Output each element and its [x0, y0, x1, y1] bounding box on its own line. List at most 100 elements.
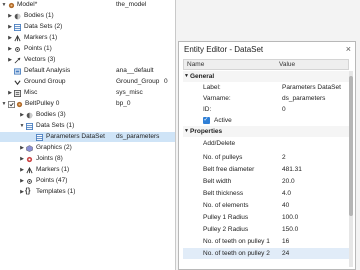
property-name: Belt width: [203, 178, 232, 185]
tree-row-joints[interactable]: ▶ Joints (8): [0, 154, 175, 164]
expand-icon[interactable]: ▶: [19, 154, 25, 164]
property-name: No. of teeth on pulley 1: [203, 238, 270, 245]
tree-id: 0: [164, 78, 168, 85]
tree-label: Markers (1): [24, 34, 58, 41]
close-icon[interactable]: ×: [346, 44, 351, 54]
tree-row-markers[interactable]: ▶ Markers (1): [0, 33, 175, 43]
tree-label: Misc: [24, 89, 38, 96]
tree-row-bp-points[interactable]: ▶ Points (47): [0, 176, 175, 186]
property-row-label[interactable]: Label: Parameters DataSet: [183, 82, 349, 93]
panel-splitter[interactable]: [175, 0, 176, 270]
expand-icon[interactable]: ▶: [7, 44, 13, 54]
misc-icon: [14, 90, 21, 97]
property-value[interactable]: 40: [282, 200, 289, 211]
tree-row-bp-bodies[interactable]: ▶ Bodies (3): [0, 110, 175, 120]
property-value: 0: [282, 106, 286, 113]
property-value[interactable]: 20.0: [282, 176, 295, 187]
tree-row-bodies[interactable]: ▶ Bodies (1): [0, 11, 175, 21]
tree-label: Data Sets (2): [24, 23, 63, 30]
body-icon: [26, 112, 33, 119]
section-general[interactable]: ▼ General: [183, 71, 349, 82]
property-row-id[interactable]: ID: 0: [183, 104, 349, 115]
property-row[interactable]: Pulley 1 Radius 100.0: [183, 212, 349, 223]
property-value[interactable]: 150.0: [282, 224, 298, 235]
tree-row-parameters-dataset[interactable]: Parameters DataSet ds_parameters: [0, 132, 175, 142]
scrollbar-thumb[interactable]: [349, 76, 353, 216]
property-value[interactable]: 24: [282, 248, 289, 259]
add-delete-button[interactable]: Add/Delete: [203, 138, 235, 149]
tree-row-datasets[interactable]: ▶ Data Sets (2): [0, 22, 175, 32]
property-row-varname[interactable]: Varname: ds_parameters: [183, 93, 349, 104]
dataset-icon: [26, 123, 33, 130]
expand-icon[interactable]: ▶: [7, 55, 13, 65]
expand-icon[interactable]: ▶: [19, 165, 25, 175]
tree-label: Graphics (2): [36, 144, 72, 151]
tree-label: Bodies (3): [36, 111, 66, 118]
tree-varname: ana__default: [116, 67, 154, 74]
property-row[interactable]: Belt thickness 4.0: [183, 188, 349, 199]
collapse-icon[interactable]: ▼: [1, 99, 7, 109]
column-header-value: Value: [279, 61, 296, 68]
tree-row-beltpulley[interactable]: ▼ BeltPulley 0 bp_0: [0, 99, 175, 109]
property-value[interactable]: Parameters DataSet: [282, 82, 341, 93]
joint-icon: [26, 156, 33, 163]
body-icon: [14, 13, 21, 20]
vertical-scrollbar[interactable]: [349, 71, 353, 267]
expand-icon[interactable]: ▶: [19, 143, 25, 153]
tree-row-graphics[interactable]: ▶ Graphics (2): [0, 143, 175, 153]
collapse-icon[interactable]: ▼: [184, 126, 189, 137]
property-value[interactable]: 4.0: [282, 188, 291, 199]
property-row-selected[interactable]: No. of teeth on pulley 2 24: [183, 248, 349, 259]
property-value[interactable]: 100.0: [282, 212, 298, 223]
add-delete-row[interactable]: Add/Delete: [183, 138, 349, 149]
property-name: Belt free diameter: [203, 166, 255, 173]
property-name: No. of teeth on pulley 2: [203, 250, 270, 257]
tree-row-templates[interactable]: ▶ {} Templates (1): [0, 187, 175, 197]
checkbox-icon[interactable]: [8, 101, 15, 108]
expand-icon[interactable]: ▶: [19, 176, 25, 186]
tree-row-ground-group[interactable]: Ground Group Ground_Group 0: [0, 77, 175, 87]
property-row[interactable]: Belt width 20.0: [183, 176, 349, 187]
collapse-icon[interactable]: ▼: [184, 71, 189, 82]
expand-icon[interactable]: ▶: [19, 110, 25, 120]
expand-icon[interactable]: ▶: [7, 11, 13, 21]
collapse-icon[interactable]: ▼: [19, 121, 25, 131]
property-row[interactable]: Pulley 2 Radius 150.0: [183, 224, 349, 235]
property-row[interactable]: Belt free diameter 481.31: [183, 164, 349, 175]
tree-label: Data Sets (1): [36, 122, 75, 129]
tree-row-bp-datasets[interactable]: ▼ Data Sets (1): [0, 121, 175, 131]
active-label: Active: [214, 117, 232, 124]
collapse-icon[interactable]: ▼: [1, 0, 7, 10]
property-value[interactable]: 16: [282, 236, 289, 247]
expand-icon[interactable]: ▶: [7, 33, 13, 43]
property-value[interactable]: 2: [282, 152, 286, 163]
expand-icon[interactable]: ▶: [7, 88, 13, 98]
tree-label: Parameters DataSet: [46, 133, 105, 140]
property-row[interactable]: No. of teeth on pulley 1 16: [183, 236, 349, 247]
tree-label: Model*: [17, 1, 38, 8]
property-value[interactable]: ds_parameters: [282, 93, 325, 104]
section-label: Properties: [190, 128, 223, 135]
tree-row-points[interactable]: ▶ Points (1): [0, 44, 175, 54]
expand-icon[interactable]: ▶: [7, 22, 13, 32]
property-row[interactable]: No. of elements 40: [183, 200, 349, 211]
tree-row-vectors[interactable]: ▶ Vectors (3): [0, 55, 175, 65]
section-properties[interactable]: ▼ Properties: [183, 126, 349, 137]
marker-icon: [14, 35, 21, 42]
active-checkbox[interactable]: [203, 115, 210, 126]
property-table-header: Name Value: [183, 59, 349, 70]
property-name: Pulley 2 Radius: [203, 226, 249, 233]
tree-row-model[interactable]: ▼ Model* the_model: [0, 0, 175, 10]
tree-row-bp-markers[interactable]: ▶ Markers (1): [0, 165, 175, 175]
marker-icon: [26, 167, 33, 174]
property-value[interactable]: 481.31: [282, 164, 302, 175]
tree-label: Bodies (1): [24, 12, 54, 19]
model-browser-tree[interactable]: ▼ Model* the_model ▶ Bodies (1) ▶ Data S…: [0, 0, 175, 270]
tree-label: BeltPulley 0: [25, 100, 60, 107]
tree-label: Templates (1): [36, 188, 76, 195]
tree-row-default-analysis[interactable]: Default Analysis ana__default: [0, 66, 175, 76]
tree-row-misc[interactable]: ▶ Misc sys_misc: [0, 88, 175, 98]
tree-varname: bp_0: [116, 100, 131, 107]
property-row[interactable]: No. of pulleys 2: [183, 152, 349, 163]
property-row-active[interactable]: Active: [183, 115, 349, 126]
